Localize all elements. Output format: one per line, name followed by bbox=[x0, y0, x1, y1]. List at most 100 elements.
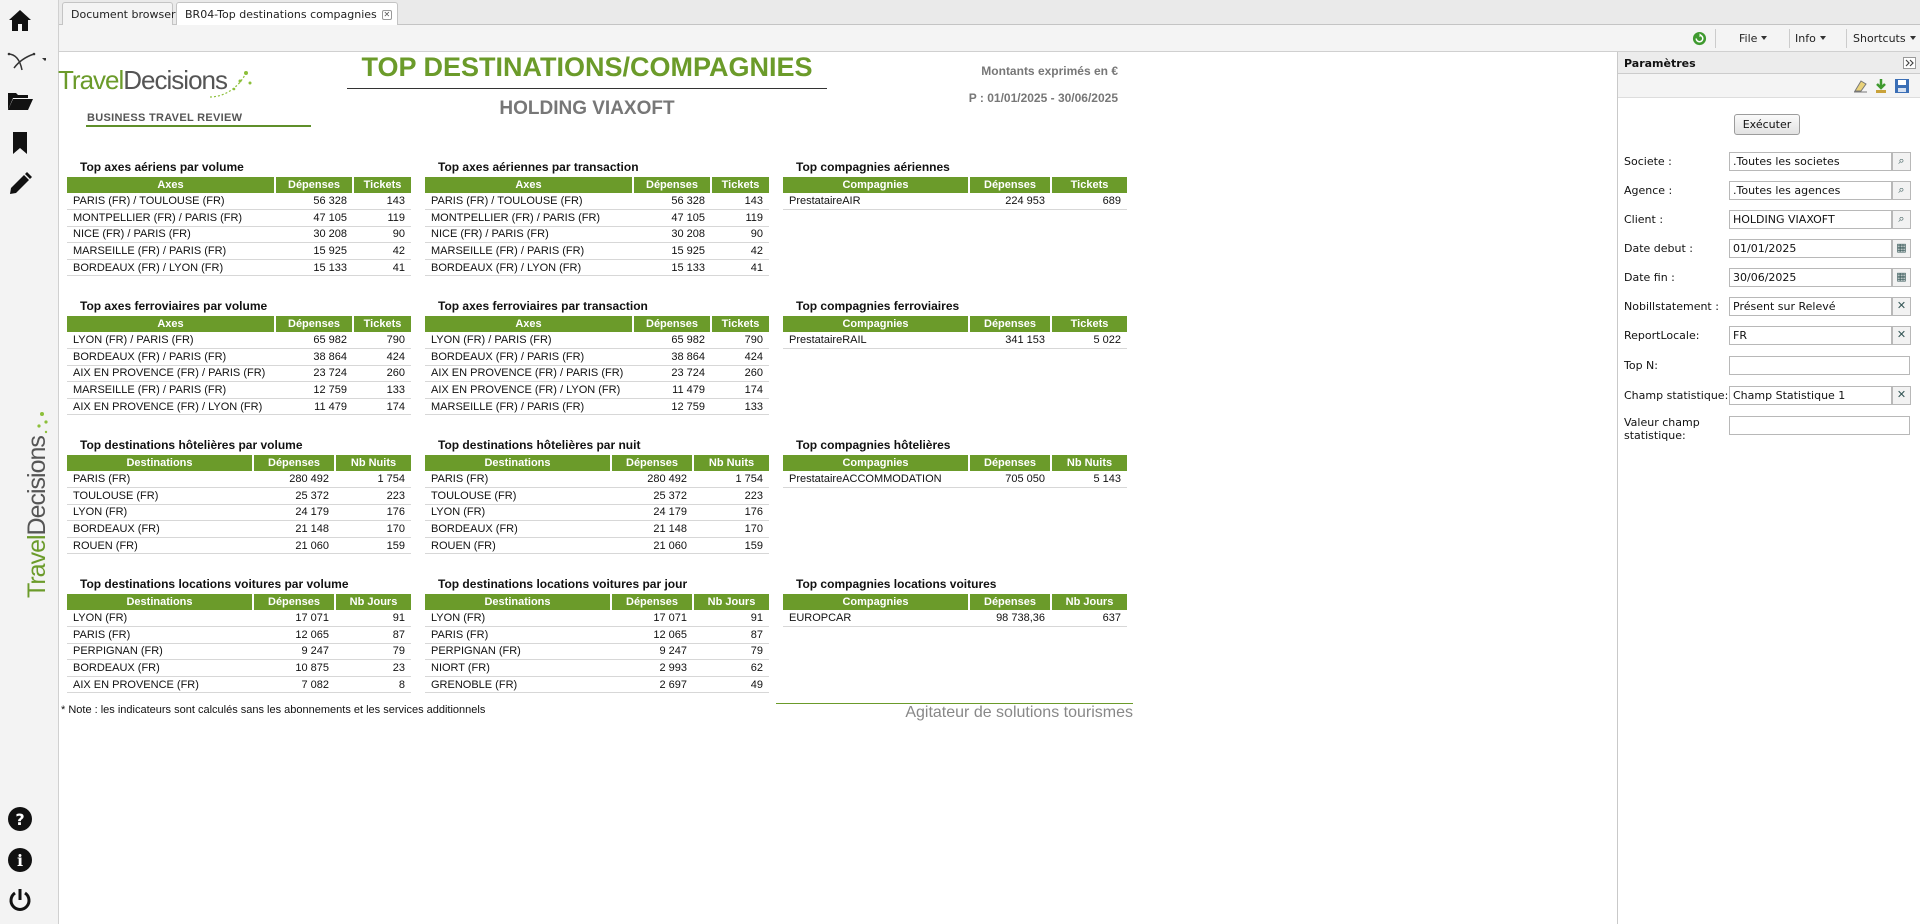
folder-open-icon[interactable] bbox=[6, 86, 34, 114]
column-header: Tickets bbox=[711, 316, 769, 332]
table-cell: 1 754 bbox=[693, 471, 769, 489]
save-icon[interactable] bbox=[1894, 78, 1910, 94]
column-header: Tickets bbox=[1051, 316, 1127, 332]
param-field[interactable]: .Toutes les agences bbox=[1729, 181, 1892, 200]
calendar-icon[interactable]: ▦ bbox=[1892, 268, 1911, 287]
table-cell: 23 bbox=[335, 659, 411, 677]
file-menu-label: File bbox=[1739, 32, 1758, 45]
param-field[interactable] bbox=[1729, 356, 1910, 375]
table-cell: NIORT (FR) bbox=[425, 659, 611, 677]
table-cell: BORDEAUX (FR) bbox=[67, 520, 253, 538]
param-field[interactable]: Champ Statistique 1 bbox=[1729, 386, 1892, 405]
table-cell: 790 bbox=[711, 332, 769, 350]
collapse-icon[interactable] bbox=[1903, 57, 1916, 69]
table-row: PARIS (FR) / TOULOUSE (FR) 56 328 143 bbox=[425, 193, 769, 211]
report-table: Top destinations locations voitures par … bbox=[67, 577, 411, 694]
save-as-icon[interactable] bbox=[1873, 78, 1889, 94]
param-field[interactable]: 01/01/2025 bbox=[1729, 239, 1892, 258]
param-field[interactable]: Présent sur Relevé bbox=[1729, 297, 1892, 316]
execute-button[interactable]: Exécuter bbox=[1734, 114, 1800, 135]
svg-text:?: ? bbox=[15, 810, 24, 829]
table-cell: TOULOUSE (FR) bbox=[67, 487, 253, 505]
table-cell: 260 bbox=[353, 365, 411, 383]
column-header: Compagnies bbox=[783, 177, 970, 193]
help-icon[interactable]: ? bbox=[6, 805, 34, 833]
param-field[interactable]: 30/06/2025 bbox=[1729, 268, 1892, 287]
table-row: AIX EN PROVENCE (FR) / LYON (FR) 11 479 17… bbox=[67, 398, 411, 416]
home-icon[interactable] bbox=[6, 6, 34, 34]
file-menu[interactable]: File bbox=[1739, 32, 1768, 45]
table-row: PERPIGNAN (FR) 9 247 79 bbox=[67, 643, 411, 661]
power-icon[interactable] bbox=[6, 886, 34, 914]
refresh-icon[interactable] bbox=[1692, 31, 1707, 46]
column-header: Tickets bbox=[353, 316, 411, 332]
table-cell: 119 bbox=[353, 209, 411, 227]
table-cell: 143 bbox=[711, 193, 769, 211]
report-subtitle: HOLDING VIAXOFT bbox=[499, 98, 675, 119]
param-field[interactable]: HOLDING VIAXOFT bbox=[1729, 210, 1892, 229]
table-cell: 30 208 bbox=[275, 226, 353, 244]
table-row: MARSEILLE (FR) / PARIS (FR) 12 759 133 bbox=[425, 398, 769, 416]
report-title: TOP DESTINATIONS/COMPAGNIES bbox=[361, 52, 813, 82]
table-cell: 705 050 bbox=[969, 471, 1051, 489]
table-cell: 79 bbox=[335, 643, 411, 661]
table-cell: MONTPELLIER (FR) / PARIS (FR) bbox=[425, 209, 633, 227]
search-icon[interactable]: ⌕ bbox=[1892, 152, 1911, 171]
table-row: AIX EN PROVENCE (FR) / PARIS (FR) 23 724 2… bbox=[425, 365, 769, 383]
pencil-icon[interactable] bbox=[6, 170, 34, 198]
table-cell: 42 bbox=[711, 242, 769, 260]
param-field[interactable]: .Toutes les societes bbox=[1729, 152, 1892, 171]
table-cell: 47 105 bbox=[275, 209, 353, 227]
table-row: BORDEAUX (FR) / PARIS (FR) 38 864 424 bbox=[67, 348, 411, 366]
column-header: Dépenses bbox=[969, 177, 1052, 193]
table-cell: 12 759 bbox=[633, 398, 711, 416]
clear-icon[interactable]: ✕ bbox=[1892, 386, 1911, 405]
search-icon[interactable]: ⌕ bbox=[1892, 210, 1911, 229]
table-row: AIX EN PROVENCE (FR) / LYON (FR) 11 479 17… bbox=[425, 381, 769, 399]
eraser-icon[interactable] bbox=[1853, 79, 1869, 93]
table-title: Top destinations locations voitures par … bbox=[438, 577, 688, 591]
clear-icon[interactable]: ✕ bbox=[1892, 297, 1911, 316]
table-cell: ROUEN (FR) bbox=[425, 537, 611, 555]
tab-br04-top-destinations[interactable]: BR04-Top destinations compagnies ✕ bbox=[176, 2, 398, 25]
report-table: Top compagnies locations voitures Compagn… bbox=[783, 577, 1127, 628]
clear-icon[interactable]: ✕ bbox=[1892, 326, 1911, 345]
table-cell: LYON (FR) bbox=[67, 610, 253, 628]
travel-decisions-logo: TravelDecisions BUSINESS TRAVEL REVIEW bbox=[58, 65, 311, 127]
table-cell: 15 133 bbox=[633, 259, 711, 277]
table-cell: 25 372 bbox=[611, 487, 693, 505]
table-cell: 24 179 bbox=[611, 504, 693, 522]
table-cell: 87 bbox=[693, 626, 769, 644]
column-header: Dépenses bbox=[275, 316, 354, 332]
table-row: LYON (FR) 17 071 91 bbox=[67, 610, 411, 628]
table-row: NIORT (FR) 2 993 62 bbox=[425, 659, 769, 677]
report-table: Top axes aériennes par transaction Axes Dé… bbox=[425, 160, 769, 277]
search-icon[interactable]: ⌕ bbox=[1892, 181, 1911, 200]
close-icon[interactable]: ✕ bbox=[381, 10, 392, 20]
table-cell: 25 372 bbox=[253, 487, 335, 505]
shortcuts-menu[interactable]: Shortcuts bbox=[1853, 32, 1916, 45]
info-icon[interactable]: i bbox=[6, 846, 34, 874]
table-cell: 5 143 bbox=[1051, 471, 1127, 489]
table-cell: 8 bbox=[335, 676, 411, 694]
column-header: Destinations bbox=[425, 594, 612, 610]
table-cell: 223 bbox=[693, 487, 769, 505]
param-field[interactable] bbox=[1729, 416, 1910, 435]
table-row: PARIS (FR) 280 492 1 754 bbox=[67, 471, 411, 489]
tab-document-browser[interactable]: Document browser bbox=[62, 2, 176, 25]
logo-menu-icon[interactable] bbox=[4, 46, 46, 74]
table-row: PARIS (FR) 12 065 87 bbox=[67, 626, 411, 644]
calendar-icon[interactable]: ▦ bbox=[1892, 239, 1911, 258]
column-header: Axes bbox=[67, 177, 276, 193]
info-menu[interactable]: Info bbox=[1795, 32, 1826, 45]
tab-label: Document browser bbox=[71, 8, 176, 21]
table-cell: 224 953 bbox=[969, 193, 1051, 211]
param-field[interactable]: FR bbox=[1729, 326, 1892, 345]
bookmark-icon[interactable] bbox=[6, 129, 34, 157]
table-cell: 21 060 bbox=[253, 537, 335, 555]
table-cell: PrestataireRAIL bbox=[783, 332, 969, 350]
table-cell: 174 bbox=[711, 381, 769, 399]
travel-decisions-vertical-logo: TravelDecisions bbox=[23, 412, 51, 598]
table-cell: NICE (FR) / PARIS (FR) bbox=[425, 226, 633, 244]
table-cell: 15 925 bbox=[633, 242, 711, 260]
